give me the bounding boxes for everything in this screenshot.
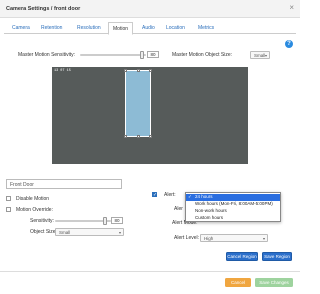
alert-level-select[interactable]: High ▾ [200,234,268,242]
alert-option-label: Work hours (Mon-Fri, 8:00AM-5:00PM) [195,201,273,206]
master-object-size-value: Small [254,53,266,58]
motion-override-checkbox[interactable] [6,207,11,212]
sensitivity-value[interactable]: 80 [111,217,123,224]
alert-option-24-hours[interactable]: ✓ 24 hours [186,194,280,201]
alert-option-label: 24 hours [195,194,213,199]
tab-bar: Camera Retention Resolution Motion Audio… [4,22,296,35]
tab-motion[interactable]: Motion [108,22,134,35]
chevron-down-icon: ▾ [118,229,121,235]
disable-motion-checkbox[interactable] [6,196,11,201]
resize-handle[interactable] [149,69,152,72]
alert-schedule-dropdown[interactable]: ✓ 24 hours Work hours (Mon-Fri, 8:00AM-5… [185,192,281,222]
resize-handle[interactable] [149,135,152,138]
alert-checkbox[interactable] [152,192,157,198]
alert-option-work-hours[interactable]: Work hours (Mon-Fri, 8:00AM-5:00PM) [186,201,280,208]
alert-option-non-work-hours[interactable]: Non-work hours [186,208,280,215]
tab-metrics[interactable]: Metrics [194,22,218,34]
sensitivity-slider[interactable]: 80 [55,217,125,225]
help-icon[interactable]: ? [285,40,293,48]
master-sensitivity-value[interactable]: 80 [147,51,159,58]
region-name-input[interactable]: Front Door [6,179,122,189]
resize-handle[interactable] [124,69,127,72]
preview-timestamp: 13 07 15 [54,69,71,73]
save-region-button[interactable]: Save Region [262,252,292,261]
motion-region[interactable] [124,69,152,138]
alert-option-custom-hours[interactable]: Custom hours [186,215,280,222]
alert-level-value: High [204,236,214,241]
dialog-title: Camera Settings / front door [6,6,81,12]
resize-handle[interactable] [124,135,127,138]
slider-track [80,54,146,56]
close-icon[interactable]: × [289,4,294,12]
master-object-size-select[interactable]: Small ▾ [250,51,270,59]
cancel-button[interactable]: Cancel [225,278,251,287]
master-object-size-label: Master Motion Object Size: [172,52,233,58]
resize-handle[interactable] [137,69,140,72]
master-sensitivity-label: Master Motion Sensitivity: [18,52,75,58]
tab-location[interactable]: Location [162,22,189,34]
object-size-value: Small [59,230,71,235]
footer-divider [0,271,300,272]
master-sensitivity-slider[interactable]: 80 [80,51,160,59]
resize-handle[interactable] [137,135,140,138]
motion-override-label: Motion Override: [16,207,53,213]
chevron-down-icon: ▾ [262,235,265,241]
alert-mode-label-partial: Aler [174,206,183,212]
object-size-label: Object Size: [30,229,57,235]
tab-camera[interactable]: Camera [8,22,34,34]
alert-option-label: Custom hours [195,215,224,220]
dialog-titlebar: Camera Settings / front door × [0,0,300,18]
checkmark-icon: ✓ [188,194,192,199]
disable-motion-label: Disable Motion [16,196,50,202]
alert-level-label: Alert Level: [174,235,200,241]
cancel-region-button[interactable]: Cancel Region [226,252,258,261]
chevron-down-icon: ▾ [264,52,267,58]
tab-resolution[interactable]: Resolution [73,22,105,34]
alert-option-label: Non-work hours [195,208,227,213]
sensitivity-label: Sensitivity: [30,218,54,224]
alert-label: Alert: [164,192,176,198]
slider-thumb[interactable] [103,217,107,225]
tab-audio[interactable]: Audio [138,22,159,34]
slider-thumb[interactable] [140,51,144,59]
camera-preview[interactable]: 13 07 15 [52,67,248,164]
save-changes-button[interactable]: Save Changes [255,278,293,287]
tab-retention[interactable]: Retention [37,22,66,34]
object-size-select[interactable]: Small ▾ [55,228,124,236]
